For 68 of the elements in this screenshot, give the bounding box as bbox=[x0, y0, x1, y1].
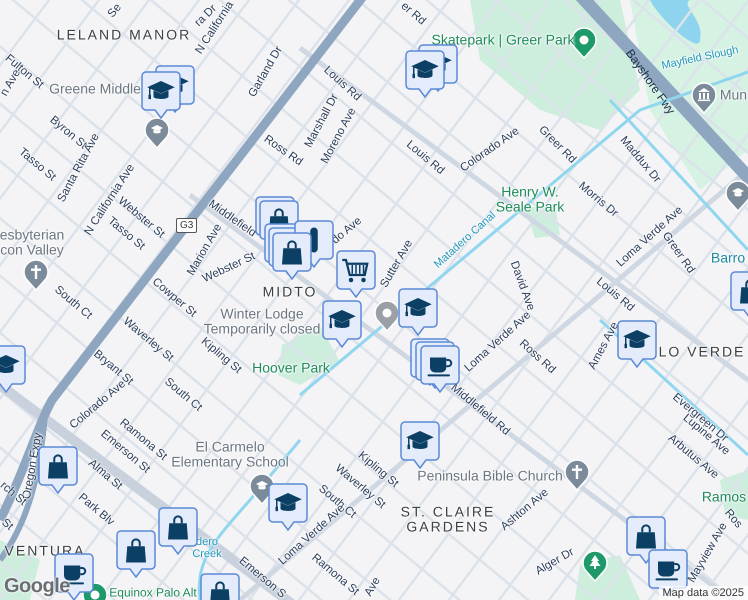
park-label: Ramos bbox=[702, 489, 746, 505]
cross-icon bbox=[572, 465, 582, 479]
street-label: Ames Ave bbox=[586, 320, 622, 372]
dot-icon bbox=[90, 590, 100, 600]
place-label: esbyterian con Valley bbox=[0, 228, 64, 258]
neighborhood-label: LO VERDE bbox=[658, 344, 746, 360]
school-marker[interactable] bbox=[322, 300, 362, 348]
school-marker[interactable] bbox=[398, 288, 438, 336]
graduation-cap-icon bbox=[406, 431, 434, 450]
coffee-cup-icon bbox=[656, 562, 680, 580]
street-label: David Ave bbox=[507, 260, 537, 312]
place-label: Barro bbox=[710, 250, 746, 266]
shopping-bag-icon bbox=[126, 538, 146, 562]
graduation-cap-icon bbox=[151, 125, 163, 134]
map-pin[interactable] bbox=[144, 117, 170, 149]
shopping-cart-icon bbox=[342, 258, 369, 282]
graduation-cap-icon bbox=[411, 60, 439, 78]
neighborhood-label: ST. CLAIRE GARDENS bbox=[400, 504, 496, 536]
waterway-label: Mayfield Slough bbox=[660, 44, 740, 72]
shopping-bag-icon bbox=[740, 279, 748, 304]
street-label: Ave bbox=[362, 575, 384, 599]
park-label: Hoover Park bbox=[252, 360, 330, 376]
shopping-bag-icon bbox=[636, 524, 656, 548]
tree-icon bbox=[590, 555, 600, 569]
cross-icon bbox=[31, 265, 41, 279]
school-marker[interactable] bbox=[400, 421, 440, 469]
street-label: St bbox=[0, 516, 16, 534]
shopping-bag-icon bbox=[210, 581, 230, 600]
neighborhood-label: LELAND MANOR bbox=[56, 27, 192, 43]
street-label: er Rd bbox=[398, 0, 428, 28]
place-label: Muni bbox=[720, 87, 748, 103]
coffee-cup-icon bbox=[428, 358, 452, 376]
graduation-cap-icon bbox=[623, 330, 651, 348]
school-marker[interactable] bbox=[405, 50, 445, 98]
dot-icon bbox=[580, 36, 588, 44]
shopping-bag-icon bbox=[282, 240, 302, 264]
shopping-bag-icon bbox=[168, 515, 188, 540]
place-label: Peninsula Bible Church bbox=[417, 468, 563, 484]
map-attribution: Map data ©2025 bbox=[658, 586, 748, 600]
park-label: Henry W. Seale Park bbox=[496, 184, 564, 216]
neighborhood-label: MIDTO bbox=[262, 284, 318, 300]
graduation-cap-icon bbox=[404, 298, 432, 316]
building-icon bbox=[698, 88, 710, 102]
graduation-cap-icon bbox=[274, 493, 302, 512]
lake-area bbox=[650, 0, 701, 44]
graduation-cap-icon bbox=[0, 355, 20, 373]
map-pin[interactable] bbox=[582, 550, 608, 582]
shop-marker[interactable] bbox=[272, 232, 312, 280]
street-label: Alger Dr bbox=[534, 546, 576, 578]
graduation-cap-icon bbox=[147, 81, 175, 100]
shopping-bag-icon bbox=[48, 454, 68, 478]
park-label: Equinox Palo Alt bbox=[109, 586, 197, 600]
graduation-cap-icon bbox=[256, 481, 268, 490]
graduation-cap-icon bbox=[732, 188, 744, 196]
map-pin[interactable] bbox=[564, 459, 590, 491]
school-marker[interactable] bbox=[141, 71, 181, 119]
street-label: Se bbox=[106, 2, 124, 20]
dot-icon bbox=[382, 308, 392, 318]
graduation-cap-icon bbox=[328, 310, 356, 328]
school-marker[interactable] bbox=[617, 320, 657, 368]
cart-marker[interactable] bbox=[336, 250, 376, 298]
route-shield: G3 bbox=[176, 218, 198, 233]
map-pin[interactable] bbox=[23, 259, 49, 291]
shop-marker[interactable] bbox=[116, 530, 156, 578]
place-label: Winter Lodge Temporarily closed bbox=[204, 306, 320, 337]
map-pin[interactable] bbox=[691, 82, 717, 114]
place-label: Greene Middle bbox=[49, 81, 141, 97]
map-pin[interactable] bbox=[725, 180, 748, 212]
